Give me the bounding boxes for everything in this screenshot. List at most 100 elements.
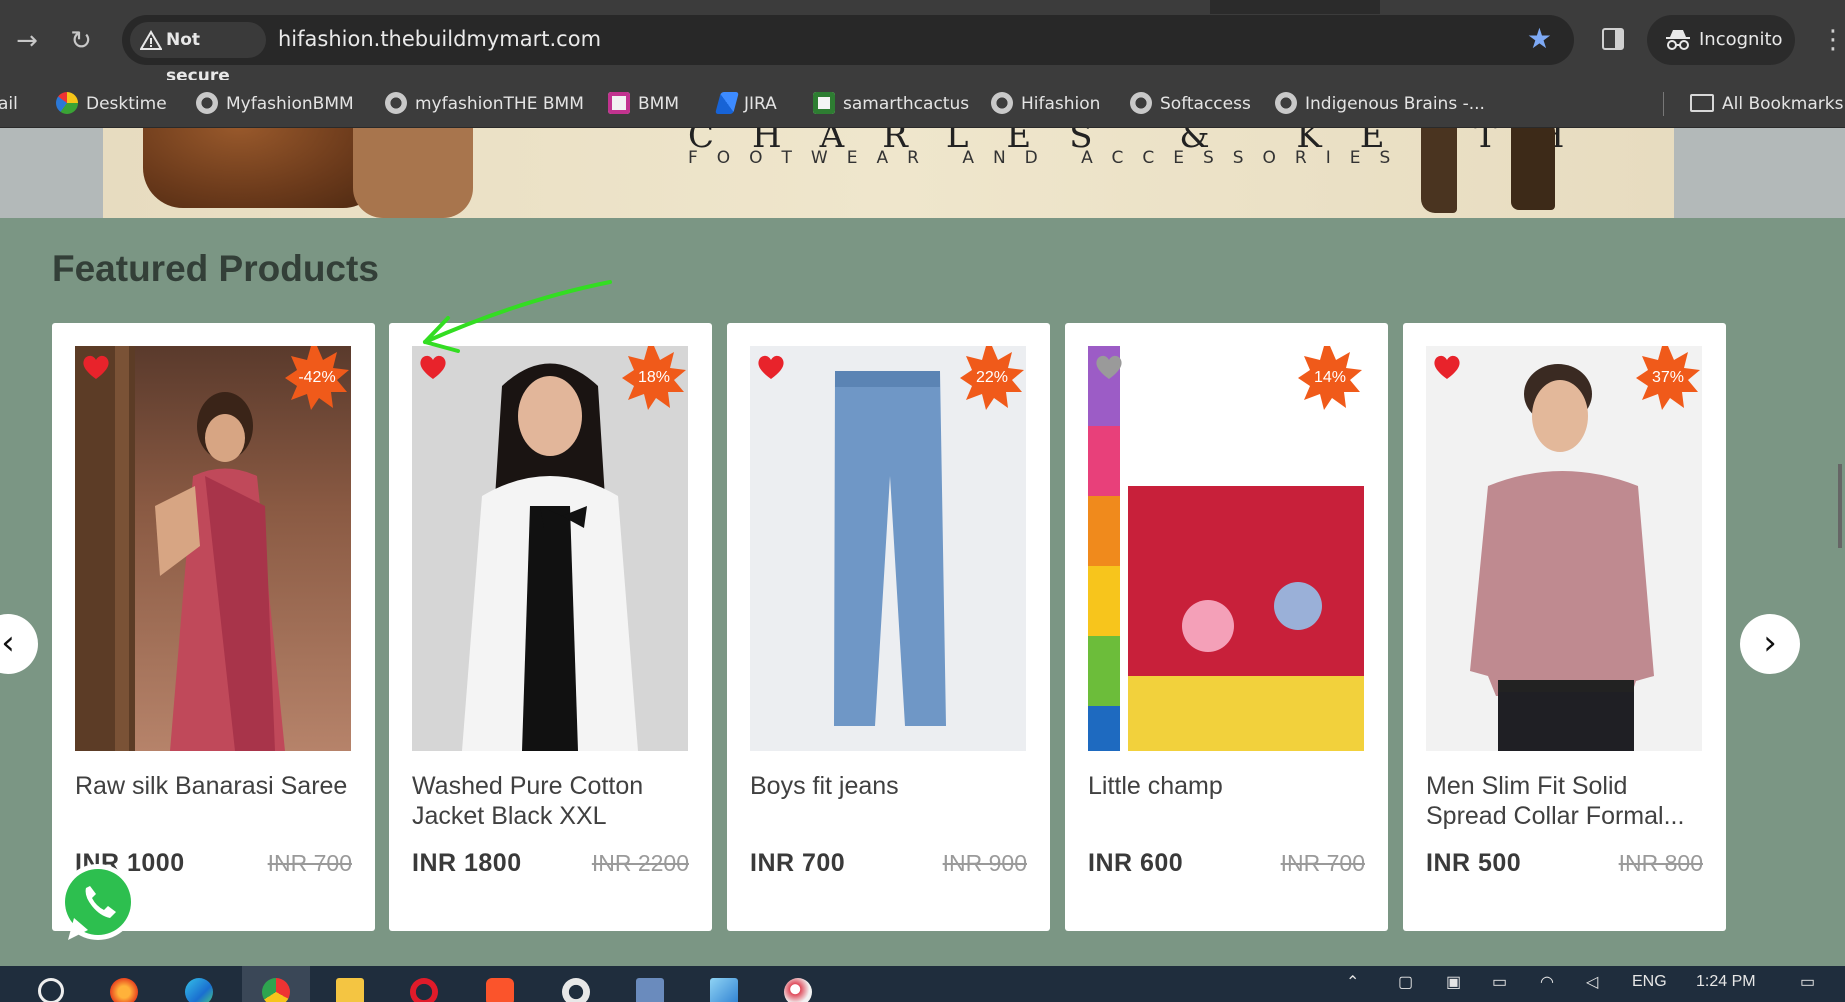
security-label: Not secure [166, 30, 230, 86]
bookmark-bmm[interactable]: BMM [608, 80, 679, 128]
bookmark-indigenous-brains[interactable]: Indigenous Brains -... [1275, 80, 1485, 128]
settings-gear-icon[interactable] [562, 978, 590, 1002]
discount-text: -42% [298, 369, 336, 386]
reload-icon[interactable]: ↻ [64, 24, 98, 58]
incognito-icon [1666, 30, 1690, 50]
discount-badge: -42% [285, 346, 349, 410]
product-name[interactable]: Men Slim Fit Solid Spread Collar Formal.… [1426, 771, 1706, 833]
wishlist-heart-icon[interactable] [81, 352, 111, 382]
file-explorer-icon[interactable] [336, 978, 364, 1002]
product-card[interactable]: 22% Boys fit jeans INR 700 INR 900 [727, 323, 1050, 931]
bookmark-label: myfashionTHE BMM [415, 94, 584, 114]
product-image[interactable]: 37% [1426, 346, 1702, 751]
product-image[interactable]: -42% [75, 346, 351, 751]
bookmark-jira[interactable]: JIRA [715, 80, 777, 128]
scrollbar-thumb[interactable] [1838, 464, 1842, 548]
bookmark-samarthcactus[interactable]: samarthcactus [813, 80, 969, 128]
warning-icon [140, 30, 162, 50]
bookmark-label: BMM [638, 94, 679, 114]
globe-icon [1275, 91, 1297, 114]
bookmark-hifashion[interactable]: Hifashion [991, 80, 1100, 128]
wishlist-heart-icon[interactable] [756, 352, 786, 382]
brand-banner[interactable]: CHARLES & KEITH FOOTWEAR AND ACCESSORIES [0, 128, 1845, 218]
product-name[interactable]: Little champ [1088, 771, 1368, 833]
tab-sliver[interactable] [0, 0, 1210, 14]
banner-image: CHARLES & KEITH FOOTWEAR AND ACCESSORIES [103, 128, 1674, 218]
language-indicator[interactable]: ENG [1632, 973, 1667, 991]
volume-icon[interactable]: ◁ [1586, 972, 1598, 992]
discount-badge: 18% [622, 346, 686, 410]
bookmark-desktime[interactable]: Desktime [56, 80, 167, 128]
tray-app-icon[interactable]: ▣ [1446, 972, 1461, 992]
paint-icon[interactable] [784, 978, 812, 1002]
edge-icon[interactable] [185, 978, 213, 1002]
product-card[interactable]: 18% Washed Pure Cotton Jacket Black XXL … [389, 323, 712, 931]
bookmark-myfashionthebmm[interactable]: myfashionTHE BMM [385, 80, 584, 128]
bookmark-label: JIRA [744, 94, 777, 114]
product-image[interactable]: 18% [412, 346, 688, 751]
clock-time[interactable]: 1:24 PM [1696, 973, 1756, 991]
discount-text: 14% [1313, 369, 1347, 386]
notepad-icon[interactable] [710, 978, 738, 1002]
product-name[interactable]: Boys fit jeans [750, 771, 1030, 833]
firefox-icon[interactable] [110, 978, 138, 1002]
url-text[interactable]: hifashion.thebuildmymart.com [278, 27, 601, 51]
bookmark-label: Desktime [86, 94, 167, 114]
menu-kebab-icon[interactable]: ⋮ [1820, 22, 1845, 58]
calculator-icon[interactable] [636, 978, 664, 1002]
boot-graphic [1421, 128, 1457, 213]
desktime-icon [56, 91, 78, 114]
product-card[interactable]: 37% Men Slim Fit Solid Spread Collar For… [1403, 323, 1726, 931]
bookmark-softaccess[interactable]: Softaccess [1130, 80, 1251, 128]
product-price: INR 600 [1088, 849, 1184, 877]
product-image[interactable]: 14% [1088, 346, 1364, 751]
product-card[interactable]: -42% Raw silk Banarasi Saree INR 1000 IN… [52, 323, 375, 931]
bookmark-label: Hifashion [1021, 94, 1101, 114]
discount-badge: 14% [1298, 346, 1362, 410]
bookmark-label: ail [0, 94, 18, 114]
tray-chevron-icon[interactable]: ⌃ [1346, 972, 1359, 992]
product-card[interactable]: 14% Little champ INR 600 INR 700 [1065, 323, 1388, 931]
product-name[interactable]: Washed Pure Cotton Jacket Black XXL [412, 771, 692, 833]
tray-meet-icon[interactable]: ▢ [1398, 972, 1413, 992]
bookmark-myfashionbmm[interactable]: MyfashionBMM [196, 80, 354, 128]
side-panel-icon[interactable] [1602, 28, 1624, 50]
wishlist-heart-icon[interactable] [1094, 352, 1124, 382]
discount-text: 18% [637, 369, 671, 386]
bookmarks-bar: ail Desktime MyfashionBMM myfashionTHE B… [0, 80, 1845, 128]
folder-icon [1690, 93, 1714, 112]
bookmark-star-icon[interactable]: ★ [1527, 25, 1552, 53]
bookmark-label: Softaccess [1160, 94, 1251, 114]
bookmarks-divider [1663, 92, 1664, 116]
wishlist-heart-icon[interactable] [1432, 352, 1462, 382]
carousel-prev-button[interactable]: ‹ [0, 614, 38, 674]
incognito-label: Incognito [1699, 29, 1783, 50]
carousel-next-button[interactable]: › [1740, 614, 1800, 674]
all-bookmarks-button[interactable]: All Bookmarks [1690, 80, 1843, 128]
opera-icon[interactable] [410, 978, 438, 1002]
brave-icon[interactable] [486, 978, 514, 1002]
chrome-icon[interactable] [262, 978, 290, 1002]
forward-icon[interactable]: → [10, 24, 44, 58]
bookmark-label: Indigenous Brains -... [1305, 94, 1485, 114]
search-icon[interactable] [38, 978, 64, 1002]
wishlist-heart-icon[interactable] [418, 352, 448, 382]
address-bar[interactable]: Not secure hifashion.thebuildmymart.com … [122, 15, 1574, 86]
wifi-icon[interactable]: ◠ [1540, 972, 1554, 992]
product-image[interactable]: 22% [750, 346, 1026, 751]
banner-tagline: FOOTWEAR AND ACCESSORIES [688, 148, 1410, 168]
notification-icon[interactable]: ▭ [1800, 972, 1815, 992]
product-name[interactable]: Raw silk Banarasi Saree [75, 771, 355, 833]
product-price: INR 500 [1426, 849, 1522, 877]
handbag-strap-graphic [353, 128, 473, 218]
boot-graphic [1511, 128, 1555, 210]
bookmark-mail[interactable]: ail [0, 80, 18, 128]
battery-icon[interactable]: ▭ [1492, 972, 1507, 992]
whatsapp-icon[interactable] [54, 860, 142, 948]
incognito-button[interactable]: Incognito [1647, 15, 1795, 65]
site-info-chip[interactable]: Not secure [130, 22, 266, 86]
bookmark-label: samarthcactus [843, 94, 970, 114]
product-old-price: INR 700 [267, 850, 352, 876]
tab-sliver[interactable] [1380, 0, 1845, 14]
browser-toolbar: → ↻ Not secure hifashion.thebuildmymart.… [0, 0, 1845, 86]
